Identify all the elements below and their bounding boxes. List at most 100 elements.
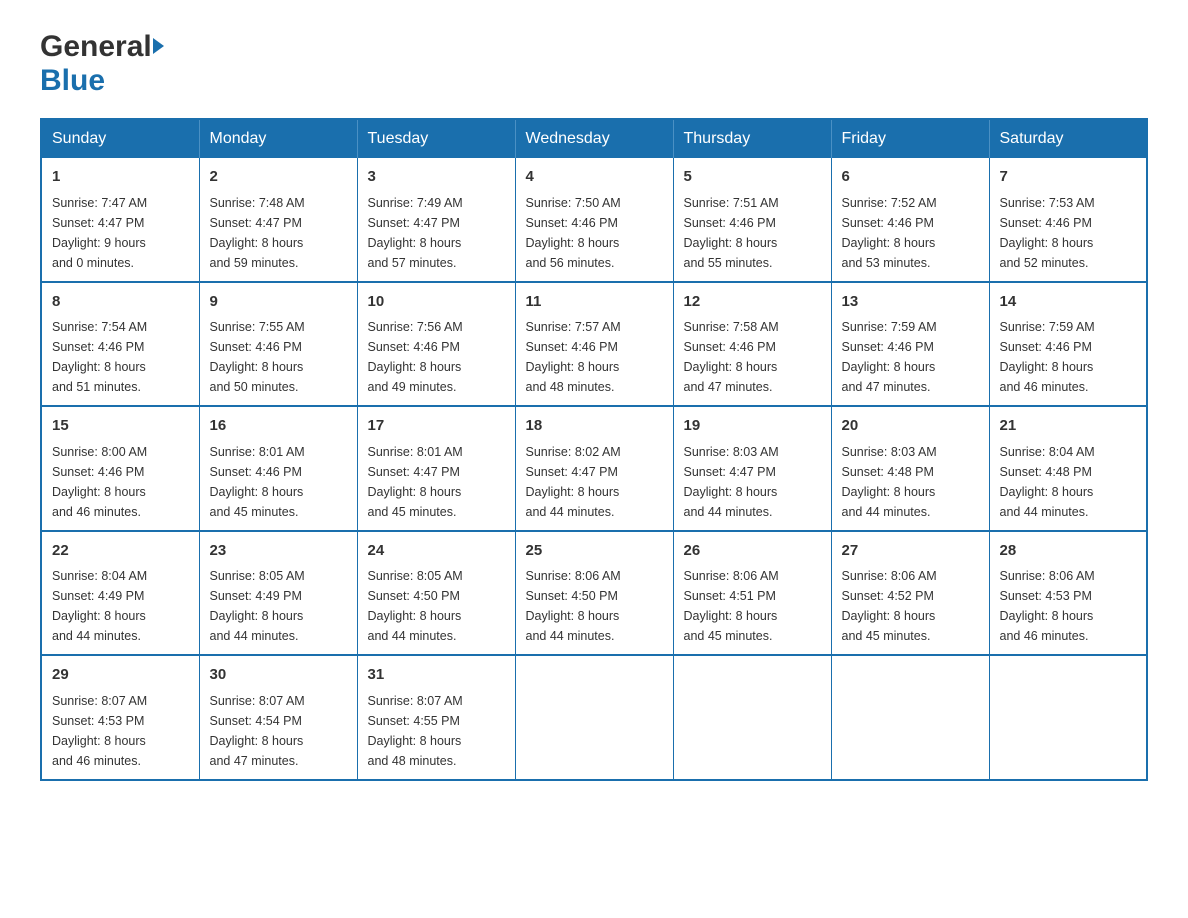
day-info: Sunrise: 7:53 AMSunset: 4:46 PMDaylight:… <box>1000 193 1137 273</box>
day-number: 14 <box>1000 291 1137 314</box>
day-info: Sunrise: 7:59 AMSunset: 4:46 PMDaylight:… <box>1000 317 1137 397</box>
logo-general-text: General <box>40 30 152 64</box>
calendar-cell <box>515 655 673 780</box>
day-info: Sunrise: 8:03 AMSunset: 4:48 PMDaylight:… <box>842 442 979 522</box>
day-number: 7 <box>1000 166 1137 189</box>
day-number: 22 <box>52 540 189 563</box>
day-number: 8 <box>52 291 189 314</box>
day-info: Sunrise: 7:52 AMSunset: 4:46 PMDaylight:… <box>842 193 979 273</box>
day-number: 17 <box>368 415 505 438</box>
week-row-4: 22 Sunrise: 8:04 AMSunset: 4:49 PMDayligh… <box>41 531 1147 656</box>
day-number: 24 <box>368 540 505 563</box>
week-row-1: 1 Sunrise: 7:47 AMSunset: 4:47 PMDaylight… <box>41 158 1147 282</box>
day-number: 21 <box>1000 415 1137 438</box>
day-number: 23 <box>210 540 347 563</box>
day-number: 25 <box>526 540 663 563</box>
day-info: Sunrise: 8:05 AMSunset: 4:49 PMDaylight:… <box>210 566 347 646</box>
day-number: 19 <box>684 415 821 438</box>
day-number: 11 <box>526 291 663 314</box>
day-number: 3 <box>368 166 505 189</box>
calendar-table: SundayMondayTuesdayWednesdayThursdayFrid… <box>40 118 1148 781</box>
calendar-cell: 2 Sunrise: 7:48 AMSunset: 4:47 PMDaylight… <box>199 158 357 282</box>
calendar-cell: 18 Sunrise: 8:02 AMSunset: 4:47 PMDayligh… <box>515 406 673 531</box>
week-row-5: 29Sunrise: 8:07 AMSunset: 4:53 PMDayligh… <box>41 655 1147 780</box>
day-info: Sunrise: 8:04 AMSunset: 4:49 PMDaylight:… <box>52 566 189 646</box>
day-info: Sunrise: 8:01 AMSunset: 4:47 PMDaylight:… <box>368 442 505 522</box>
calendar-cell: 17 Sunrise: 8:01 AMSunset: 4:47 PMDayligh… <box>357 406 515 531</box>
col-header-friday: Friday <box>831 119 989 158</box>
calendar-cell: 3 Sunrise: 7:49 AMSunset: 4:47 PMDaylight… <box>357 158 515 282</box>
day-number: 27 <box>842 540 979 563</box>
day-number: 2 <box>210 166 347 189</box>
day-info: Sunrise: 8:06 AMSunset: 4:52 PMDaylight:… <box>842 566 979 646</box>
day-number: 5 <box>684 166 821 189</box>
day-info: Sunrise: 7:47 AMSunset: 4:47 PMDaylight:… <box>52 193 189 273</box>
day-number: 4 <box>526 166 663 189</box>
day-info: Sunrise: 8:01 AMSunset: 4:46 PMDaylight:… <box>210 442 347 522</box>
calendar-cell: 31Sunrise: 8:07 AMSunset: 4:55 PMDayligh… <box>357 655 515 780</box>
calendar-cell: 29Sunrise: 8:07 AMSunset: 4:53 PMDayligh… <box>41 655 199 780</box>
calendar-cell: 27 Sunrise: 8:06 AMSunset: 4:52 PMDayligh… <box>831 531 989 656</box>
day-info: Sunrise: 7:58 AMSunset: 4:46 PMDaylight:… <box>684 317 821 397</box>
calendar-cell: 13 Sunrise: 7:59 AMSunset: 4:46 PMDayligh… <box>831 282 989 407</box>
day-number: 1 <box>52 166 189 189</box>
calendar-cell: 9 Sunrise: 7:55 AMSunset: 4:46 PMDaylight… <box>199 282 357 407</box>
calendar-cell: 30Sunrise: 8:07 AMSunset: 4:54 PMDayligh… <box>199 655 357 780</box>
calendar-cell: 25 Sunrise: 8:06 AMSunset: 4:50 PMDayligh… <box>515 531 673 656</box>
calendar-cell <box>989 655 1147 780</box>
day-info: Sunrise: 8:06 AMSunset: 4:50 PMDaylight:… <box>526 566 663 646</box>
day-info: Sunrise: 7:49 AMSunset: 4:47 PMDaylight:… <box>368 193 505 273</box>
page-header: General Blue <box>40 30 1148 98</box>
logo: General Blue <box>40 30 164 98</box>
week-row-3: 15 Sunrise: 8:00 AMSunset: 4:46 PMDayligh… <box>41 406 1147 531</box>
day-number: 18 <box>526 415 663 438</box>
day-info: Sunrise: 8:06 AMSunset: 4:51 PMDaylight:… <box>684 566 821 646</box>
day-info: Sunrise: 7:50 AMSunset: 4:46 PMDaylight:… <box>526 193 663 273</box>
col-header-sunday: Sunday <box>41 119 199 158</box>
day-info: Sunrise: 8:06 AMSunset: 4:53 PMDaylight:… <box>1000 566 1137 646</box>
calendar-cell: 14 Sunrise: 7:59 AMSunset: 4:46 PMDayligh… <box>989 282 1147 407</box>
day-info: Sunrise: 8:07 AMSunset: 4:54 PMDaylight:… <box>210 691 347 771</box>
day-info: Sunrise: 7:57 AMSunset: 4:46 PMDaylight:… <box>526 317 663 397</box>
day-info: Sunrise: 7:55 AMSunset: 4:46 PMDaylight:… <box>210 317 347 397</box>
day-info: Sunrise: 8:03 AMSunset: 4:47 PMDaylight:… <box>684 442 821 522</box>
calendar-cell: 28Sunrise: 8:06 AMSunset: 4:53 PMDayligh… <box>989 531 1147 656</box>
calendar-cell: 19 Sunrise: 8:03 AMSunset: 4:47 PMDayligh… <box>673 406 831 531</box>
calendar-cell: 4 Sunrise: 7:50 AMSunset: 4:46 PMDaylight… <box>515 158 673 282</box>
week-row-2: 8 Sunrise: 7:54 AMSunset: 4:46 PMDaylight… <box>41 282 1147 407</box>
calendar-cell: 15 Sunrise: 8:00 AMSunset: 4:46 PMDayligh… <box>41 406 199 531</box>
calendar-cell: 11 Sunrise: 7:57 AMSunset: 4:46 PMDayligh… <box>515 282 673 407</box>
calendar-cell: 7 Sunrise: 7:53 AMSunset: 4:46 PMDaylight… <box>989 158 1147 282</box>
day-info: Sunrise: 7:56 AMSunset: 4:46 PMDaylight:… <box>368 317 505 397</box>
day-info: Sunrise: 7:54 AMSunset: 4:46 PMDaylight:… <box>52 317 189 397</box>
day-info: Sunrise: 7:59 AMSunset: 4:46 PMDaylight:… <box>842 317 979 397</box>
calendar-cell <box>673 655 831 780</box>
col-header-wednesday: Wednesday <box>515 119 673 158</box>
calendar-cell: 8 Sunrise: 7:54 AMSunset: 4:46 PMDaylight… <box>41 282 199 407</box>
day-info: Sunrise: 8:05 AMSunset: 4:50 PMDaylight:… <box>368 566 505 646</box>
calendar-cell: 23 Sunrise: 8:05 AMSunset: 4:49 PMDayligh… <box>199 531 357 656</box>
day-info: Sunrise: 8:04 AMSunset: 4:48 PMDaylight:… <box>1000 442 1137 522</box>
calendar-cell: 24 Sunrise: 8:05 AMSunset: 4:50 PMDayligh… <box>357 531 515 656</box>
day-info: Sunrise: 7:48 AMSunset: 4:47 PMDaylight:… <box>210 193 347 273</box>
col-header-saturday: Saturday <box>989 119 1147 158</box>
calendar-cell: 10 Sunrise: 7:56 AMSunset: 4:46 PMDayligh… <box>357 282 515 407</box>
calendar-cell: 1 Sunrise: 7:47 AMSunset: 4:47 PMDaylight… <box>41 158 199 282</box>
calendar-cell: 22 Sunrise: 8:04 AMSunset: 4:49 PMDayligh… <box>41 531 199 656</box>
calendar-cell: 20 Sunrise: 8:03 AMSunset: 4:48 PMDayligh… <box>831 406 989 531</box>
day-number: 13 <box>842 291 979 314</box>
day-number: 15 <box>52 415 189 438</box>
calendar-cell: 12Sunrise: 7:58 AMSunset: 4:46 PMDayligh… <box>673 282 831 407</box>
day-number: 6 <box>842 166 979 189</box>
day-info: Sunrise: 8:02 AMSunset: 4:47 PMDaylight:… <box>526 442 663 522</box>
day-info: Sunrise: 8:07 AMSunset: 4:55 PMDaylight:… <box>368 691 505 771</box>
day-info: Sunrise: 7:51 AMSunset: 4:46 PMDaylight:… <box>684 193 821 273</box>
day-number: 26 <box>684 540 821 563</box>
day-info: Sunrise: 8:00 AMSunset: 4:46 PMDaylight:… <box>52 442 189 522</box>
day-number: 10 <box>368 291 505 314</box>
calendar-cell: 21 Sunrise: 8:04 AMSunset: 4:48 PMDayligh… <box>989 406 1147 531</box>
day-number: 20 <box>842 415 979 438</box>
calendar-cell: 6 Sunrise: 7:52 AMSunset: 4:46 PMDaylight… <box>831 158 989 282</box>
day-number: 9 <box>210 291 347 314</box>
col-header-thursday: Thursday <box>673 119 831 158</box>
